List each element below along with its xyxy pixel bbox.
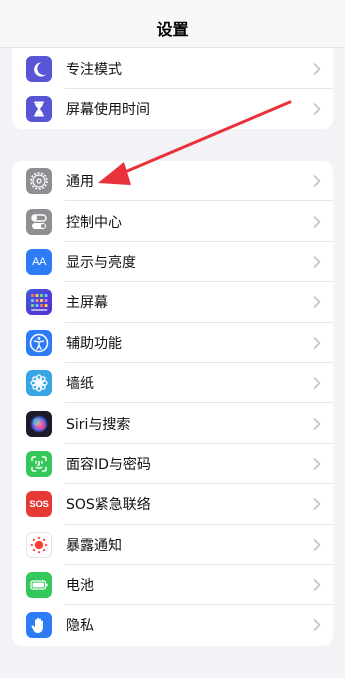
row-display[interactable]: AA 显示与亮度 — [12, 242, 333, 283]
row-label: 显示与亮度 — [66, 254, 136, 271]
chevron-right-icon — [313, 175, 321, 187]
toggles-icon — [26, 208, 52, 235]
chevron-right-icon — [313, 538, 321, 551]
row-label: 隐私 — [66, 618, 94, 635]
row-label: 辅助功能 — [66, 335, 122, 352]
accessibility-icon — [26, 329, 52, 356]
row-label: 屏幕使用时间 — [66, 102, 150, 118]
chevron-right-icon — [313, 458, 321, 470]
flower-icon — [26, 370, 52, 397]
row-accessibility[interactable]: 辅助功能 — [12, 323, 333, 363]
chevron-right-icon — [313, 103, 321, 115]
row-siri[interactable]: Siri与搜索 — [12, 403, 333, 444]
chevron-right-icon — [313, 377, 321, 389]
row-label: 墙纸 — [66, 376, 94, 393]
text-size-icon: AA — [26, 248, 52, 275]
row-sos[interactable]: SOS SOS紧急联络 — [12, 484, 333, 525]
gear-icon — [26, 168, 52, 195]
page-title: 设置 — [156, 19, 189, 39]
chevron-right-icon — [313, 619, 321, 632]
settings-group-focus: 专注模式 屏幕使用时间 — [12, 44, 333, 129]
row-label: SOS紧急联络 — [66, 497, 151, 514]
row-screen-time[interactable]: 屏幕使用时间 — [12, 89, 333, 129]
home-grid-icon — [26, 289, 52, 316]
row-label: 专注模式 — [66, 62, 122, 78]
row-exposure[interactable]: 暴露通知 — [12, 525, 333, 565]
text-size-glyph: AA — [32, 255, 46, 268]
row-home-screen[interactable]: 主屏幕 — [12, 282, 333, 323]
chevron-right-icon — [313, 63, 321, 75]
row-focus[interactable]: 专注模式 — [12, 49, 333, 89]
row-battery[interactable]: 电池 — [12, 565, 333, 606]
chevron-right-icon — [313, 296, 321, 309]
chevron-right-icon — [313, 215, 321, 228]
row-privacy[interactable]: 隐私 — [12, 605, 333, 645]
chevron-right-icon — [313, 336, 321, 349]
row-label: 面容ID与密码 — [66, 456, 151, 473]
battery-icon — [26, 572, 52, 599]
row-label: 控制中心 — [66, 214, 122, 231]
row-label: 通用 — [66, 174, 94, 191]
chevron-right-icon — [313, 256, 321, 268]
row-label: 电池 — [66, 578, 94, 595]
hourglass-icon — [26, 96, 52, 122]
chevron-right-icon — [313, 498, 321, 511]
row-label: Siri与搜索 — [66, 416, 131, 433]
row-wallpaper[interactable]: 墙纸 — [12, 363, 333, 404]
row-control-center[interactable]: 控制中心 — [12, 201, 333, 242]
row-label: 主屏幕 — [66, 295, 108, 312]
hand-icon — [26, 612, 52, 639]
settings-group-main: 通用 控制中心 AA 显示与亮度 主屏幕 辅助功能 墙纸 Siri与搜索 面容I… — [12, 161, 333, 646]
row-face-id[interactable]: 面容ID与密码 — [12, 444, 333, 485]
moon-icon — [26, 56, 52, 82]
row-general[interactable]: 通用 — [12, 161, 333, 202]
chevron-right-icon — [313, 417, 321, 430]
row-label: 暴露通知 — [66, 537, 122, 554]
exposure-icon — [26, 531, 52, 558]
sos-icon: SOS — [26, 491, 52, 518]
chevron-right-icon — [313, 579, 321, 591]
navigation-bar: 设置 — [0, 0, 345, 48]
sos-glyph: SOS — [29, 498, 49, 510]
face-id-icon — [26, 450, 52, 477]
siri-icon — [26, 410, 52, 437]
